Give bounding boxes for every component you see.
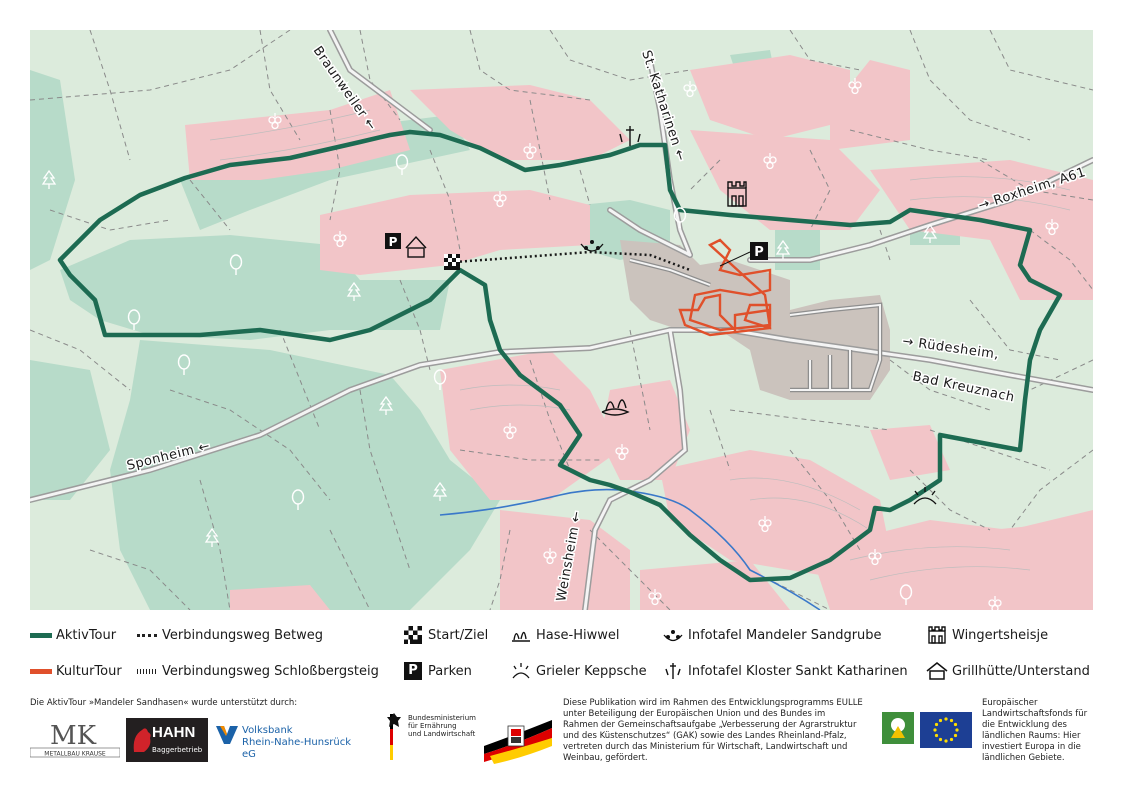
svg-text:P: P xyxy=(389,235,398,249)
leader-logo xyxy=(882,712,914,744)
publication-text: Diese Publikation wird im Rahmen des Ent… xyxy=(563,698,863,763)
legend-label: Parken xyxy=(428,663,472,679)
sponsor-footer: Die AktivTour »Mandeler Sandhasen« wurde… xyxy=(30,698,1093,788)
hilltop-icon xyxy=(512,663,530,679)
legend-infotafel-kloster: Infotafel Kloster Sankt Katharinen xyxy=(662,662,908,680)
legend-wingertsheisje: Wingertsheisje xyxy=(926,626,1048,644)
hahn-sub: Baggerbetrieb xyxy=(152,746,203,754)
checkered-flag-icon xyxy=(404,626,422,644)
start-finish-flag-icon xyxy=(444,254,460,270)
legend-label: Infotafel Mandeler Sandgrube xyxy=(688,627,882,643)
bmel-line-3: und Landwirtschaft xyxy=(408,730,476,738)
legend-label: Wingertsheisje xyxy=(952,627,1049,643)
legend-betweg: Verbindungsweg Betweg xyxy=(136,626,323,644)
hut-icon xyxy=(926,662,948,680)
bmel-line-1: Bundesministerium xyxy=(408,714,476,722)
legend-label: Grillhütte/Unterstand xyxy=(952,663,1090,679)
legend-label: KulturTour xyxy=(56,663,122,679)
svg-text:MK: MK xyxy=(50,721,97,751)
hahn-word: HAHN xyxy=(152,724,196,741)
legend-grillhuette: Grillhütte/Unterstand xyxy=(926,662,1090,680)
legend-hase-hiwwel: Hase-Hiwwel xyxy=(510,626,619,644)
eu-flag xyxy=(920,712,972,748)
volksbank-logo: Volksbank Rhein-Nahe-Hunsrück eG xyxy=(216,724,366,760)
legend-infotafel-sandgrube: Infotafel Mandeler Sandgrube xyxy=(662,626,882,644)
legend-aktivtour: AktivTour xyxy=(30,626,116,644)
kulturtour-swatch xyxy=(30,668,52,674)
legend-label: Verbindungsweg Schloßbergsteig xyxy=(162,663,379,679)
legend-parken: P Parken xyxy=(402,662,472,680)
trail-map: P P Braunweiler ← St. Katharinen ← → Rox… xyxy=(30,30,1093,610)
tower-icon xyxy=(928,626,946,644)
dotted-line-swatch xyxy=(137,633,157,637)
hahn-logo: HAHN Baggerbetrieb xyxy=(126,718,208,762)
parking-marker-west: P xyxy=(385,233,401,249)
svg-text:METALLBAU KRAUSE: METALLBAU KRAUSE xyxy=(44,751,106,758)
dense-line-swatch xyxy=(137,668,157,674)
volksbank-line-2: Rhein-Nahe-Hunsrück eG xyxy=(242,737,352,760)
eler-text: Europäischer Landwirtschaftsfonds für di… xyxy=(982,698,1088,763)
volksbank-line-1: Volksbank xyxy=(242,725,293,736)
legend-kulturtour: KulturTour xyxy=(30,662,122,680)
svg-text:P: P xyxy=(754,245,764,260)
support-title: Die AktivTour »Mandeler Sandhasen« wurde… xyxy=(30,698,298,708)
legend-label: Verbindungsweg Betweg xyxy=(162,627,323,643)
kloster-info-icon xyxy=(665,663,681,679)
sand-info-icon xyxy=(663,630,683,642)
legend-label: Hase-Hiwwel xyxy=(536,627,620,643)
rooster-icon xyxy=(133,728,151,752)
eagle-icon xyxy=(387,713,401,727)
rheinland-pfalz-logo xyxy=(484,720,552,764)
legend-label: Start/Ziel xyxy=(428,627,489,643)
eu-stars-icon xyxy=(933,717,959,743)
legend-label: AktivTour xyxy=(56,627,117,643)
metallbau-krause-logo: MK METALLBAU KRAUSE xyxy=(30,721,120,758)
legend-grieler-keppsche: Grieler Keppsche xyxy=(510,662,647,680)
bmel-line-2: für Ernährung xyxy=(408,722,457,730)
legend-label: Grieler Keppsche xyxy=(536,663,647,679)
legend-label: Infotafel Kloster Sankt Katharinen xyxy=(688,663,908,679)
volksbank-mark-icon xyxy=(216,726,238,744)
legend-start-ziel: Start/Ziel xyxy=(402,626,488,644)
map-legend: AktivTour KulturTour Verbindungsweg Betw… xyxy=(30,622,1093,692)
parking-icon: P xyxy=(404,662,422,680)
rabbit-icon xyxy=(512,631,530,642)
aktivtour-swatch xyxy=(30,632,52,638)
bmel-logo: Bundesministerium für Ernährung und Land… xyxy=(386,712,476,772)
legend-schlossbergsteig: Verbindungsweg Schloßbergsteig xyxy=(136,662,379,680)
